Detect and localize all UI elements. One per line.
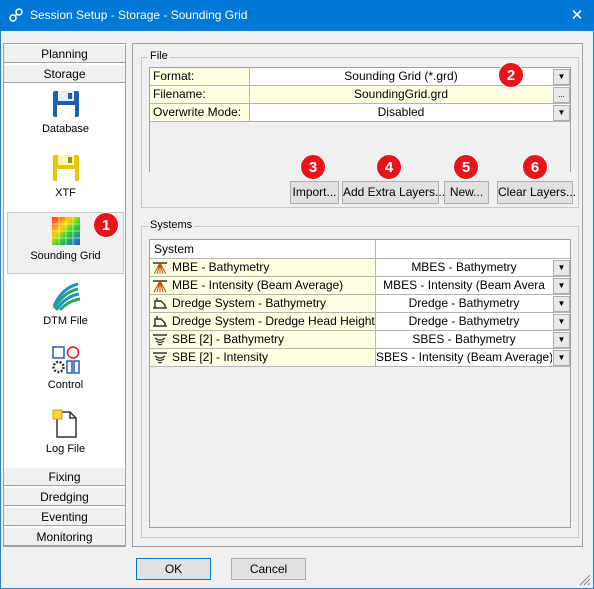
system-layer-select[interactable]: SBES - Intensity (Beam Average) [376, 349, 552, 366]
nav-item-label: Database [41, 123, 90, 135]
table-row[interactable]: Dredge System - Bathymetry Dredge - Bath… [150, 295, 570, 313]
chevron-down-icon[interactable]: ▼ [553, 314, 570, 330]
nav-item-control[interactable]: Control [7, 342, 124, 404]
system-layer-select[interactable]: Dredge - Bathymetry [376, 295, 552, 312]
control-icon [51, 346, 80, 374]
singlebeam-icon [153, 352, 167, 364]
chevron-down-icon[interactable]: ▼ [553, 296, 570, 312]
import-button[interactable]: Import... [290, 181, 339, 204]
floppy-disk-yellow-icon [52, 155, 79, 181]
close-button[interactable]: ✕ [560, 0, 594, 31]
clear-layers-button[interactable]: Clear Layers... [497, 181, 576, 204]
nav-item-label: Log File [45, 443, 86, 455]
new-button[interactable]: New... [444, 181, 489, 204]
nav-item-label: Control [47, 379, 84, 391]
cancel-button[interactable]: Cancel [231, 558, 306, 580]
ok-button[interactable]: OK [136, 558, 211, 580]
chevron-down-icon[interactable]: ▼ [553, 278, 570, 294]
nav-category-eventing[interactable]: Eventing [4, 507, 125, 526]
file-panel-area [149, 122, 571, 172]
system-name: SBE [2] - Intensity [172, 350, 269, 364]
multibeam-icon [153, 280, 167, 293]
file-group-label: File [148, 50, 170, 62]
singlebeam-icon [153, 334, 167, 346]
system-layer-select[interactable]: Dredge - Bathymetry [376, 313, 552, 330]
file-row-filename: Filename: SoundingGrid.grd ... [150, 86, 570, 104]
sidebar: Planning Storage Database XTF Sounding G… [3, 43, 126, 547]
resize-grip-icon[interactable] [579, 574, 591, 586]
window-title: Session Setup - Storage - Sounding Grid [30, 8, 248, 22]
callout-badge-1: 1 [93, 212, 119, 238]
link-icon [9, 8, 23, 22]
nav-category-fixing[interactable]: Fixing [4, 467, 125, 486]
multibeam-icon [153, 262, 167, 275]
overwrite-mode-label: Overwrite Mode: [150, 104, 250, 121]
table-row[interactable]: Dredge System - Dredge Head Height Dredg… [150, 313, 570, 331]
dredge-icon [153, 316, 167, 327]
callout-badge-3: 3 [300, 154, 326, 180]
nav-item-label: XTF [55, 187, 76, 199]
table-row[interactable]: SBE [2] - Intensity SBES - Intensity (Be… [150, 349, 570, 367]
nav-category-planning[interactable]: Planning [4, 44, 125, 63]
chevron-down-icon[interactable]: ▼ [553, 332, 570, 348]
chevron-down-icon[interactable]: ▼ [553, 69, 570, 85]
log-file-icon [52, 409, 77, 438]
system-name: SBE [2] - Bathymetry [172, 332, 285, 346]
system-name: Dredge System - Dredge Head Height [172, 314, 375, 328]
callout-badge-4: 4 [376, 154, 402, 180]
callout-badge-6: 6 [522, 154, 548, 180]
nav-category-storage[interactable]: Storage [4, 64, 125, 83]
filename-label: Filename: [150, 86, 250, 103]
systems-grid-header: System [150, 240, 570, 259]
chevron-down-icon[interactable]: ▼ [553, 260, 570, 276]
nav-item-database[interactable]: Database [7, 86, 124, 148]
systems-group-label: Systems [148, 219, 195, 231]
table-row[interactable]: MBE - Bathymetry MBES - Bathymetry ▼ [150, 259, 570, 277]
nav-item-log-file[interactable]: Log File [7, 406, 124, 468]
sounding-grid-icon [51, 217, 80, 245]
system-name: Dredge System - Bathymetry [172, 296, 327, 310]
table-row[interactable]: SBE [2] - Bathymetry SBES - Bathymetry ▼ [150, 331, 570, 349]
add-extra-layers-button[interactable]: Add Extra Layers... [342, 181, 445, 204]
nav-item-label: DTM File [43, 315, 88, 327]
callout-badge-5: 5 [453, 154, 479, 180]
system-name: MBE - Bathymetry [172, 260, 270, 274]
nav-item-dtm-file[interactable]: DTM File [7, 278, 124, 340]
file-row-overwrite-mode: Overwrite Mode: Disabled ▼ [150, 104, 570, 122]
systems-grid: System MBE - Bathymetry MBES - Bathymetr… [149, 239, 571, 528]
chevron-down-icon[interactable]: ▼ [553, 350, 570, 366]
column-header-system: System [150, 240, 376, 258]
system-layer-select[interactable]: MBES - Bathymetry [376, 259, 552, 276]
nav-category-dredging[interactable]: Dredging [4, 487, 125, 506]
system-name: MBE - Intensity (Beam Average) [172, 278, 344, 292]
chevron-down-icon[interactable]: ▼ [553, 105, 570, 121]
system-layer-select[interactable]: SBES - Bathymetry [376, 331, 552, 348]
nav-item-label: Sounding Grid [30, 250, 101, 262]
dtm-file-icon [52, 282, 80, 312]
filename-field[interactable]: SoundingGrid.grd [250, 86, 552, 103]
dredge-icon [153, 298, 167, 309]
nav-item-xtf[interactable]: XTF [7, 150, 124, 212]
format-label: Format: [150, 68, 250, 85]
system-layer-select[interactable]: MBES - Intensity (Beam Avera [376, 277, 552, 294]
callout-badge-2: 2 [498, 62, 524, 88]
browse-button[interactable]: ... [553, 87, 570, 103]
nav-category-monitoring[interactable]: Monitoring [4, 527, 125, 546]
floppy-disk-icon [52, 91, 79, 117]
title-bar: Session Setup - Storage - Sounding Grid … [0, 0, 594, 31]
table-row[interactable]: MBE - Intensity (Beam Average) MBES - In… [150, 277, 570, 295]
overwrite-mode-select[interactable]: Disabled [250, 104, 552, 121]
